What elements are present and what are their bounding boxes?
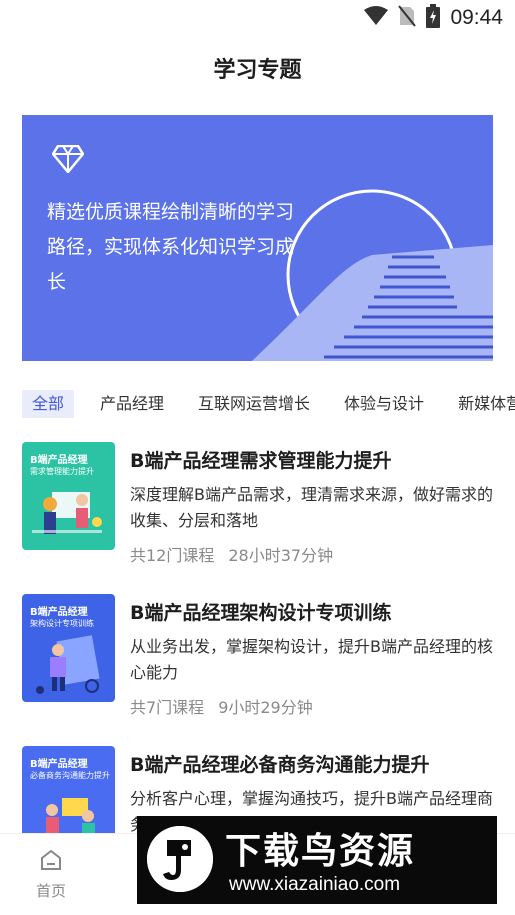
bird-logo-icon xyxy=(147,826,213,892)
course-count: 共7门课程 xyxy=(130,698,205,717)
status-bar: 09:44 xyxy=(0,0,515,36)
course-count: 共12门课程 xyxy=(130,546,215,565)
watermark: 下载鸟资源 www.xiazainiao.com xyxy=(137,816,497,904)
watermark-title: 下载鸟资源 xyxy=(225,831,416,872)
tab-internet-operations[interactable]: 互联网运营增长 xyxy=(194,390,314,418)
course-card[interactable]: B端产品经理 需求管理能力提升 B端产品经理需求管理能力提升 深度理解B端产品需… xyxy=(22,442,502,572)
no-sim-icon xyxy=(398,5,417,31)
course-cover: B端产品经理 架构设计专项训练 xyxy=(22,594,115,702)
cover-subtitle: 需求管理能力提升 xyxy=(30,467,94,476)
cover-subtitle: 架构设计专项训练 xyxy=(30,619,94,628)
course-duration: 28小时37分钟 xyxy=(228,546,334,565)
cover-title: B端产品经理 xyxy=(30,455,88,466)
course-title: B端产品经理需求管理能力提升 xyxy=(130,450,392,472)
course-meta: 共12门课程 28小时37分钟 xyxy=(130,542,333,566)
tab-product-manager[interactable]: 产品经理 xyxy=(96,390,168,418)
status-icons: 09:44 xyxy=(364,4,503,32)
tab-all[interactable]: 全部 xyxy=(22,390,75,418)
status-time: 09:44 xyxy=(450,6,503,29)
course-desc: 从业务出发，掌握架构设计，提升B端产品经理的核心能力 xyxy=(130,637,493,682)
nav-home[interactable]: 首页 xyxy=(28,848,74,901)
course-duration: 9小时29分钟 xyxy=(218,698,313,717)
cover-title: B端产品经理 xyxy=(30,759,88,770)
home-icon xyxy=(39,849,63,876)
course-title: B端产品经理架构设计专项训练 xyxy=(130,602,392,624)
course-meta: 共7门课程 9小时29分钟 xyxy=(130,694,313,718)
battery-charging-icon xyxy=(426,4,441,32)
course-desc: 深度理解B端产品需求，理清需求来源，做好需求的收集、分层和落地 xyxy=(130,485,493,530)
tab-new-media[interactable]: 新媒体营 xyxy=(454,390,515,418)
page-title: 学习专题 xyxy=(213,58,302,83)
cover-subtitle: 必备商务沟通能力提升 xyxy=(30,771,110,780)
tab-experience-design[interactable]: 体验与设计 xyxy=(340,390,428,418)
course-cover: B端产品经理 需求管理能力提升 xyxy=(22,442,115,550)
course-title: B端产品经理必备商务沟通能力提升 xyxy=(130,754,430,776)
cover-title: B端产品经理 xyxy=(30,607,88,618)
watermark-url: www.xiazainiao.com xyxy=(229,874,401,895)
wifi-icon xyxy=(364,6,389,30)
category-tabs: 全部 产品经理 互联网运营增长 体验与设计 新媒体营 xyxy=(22,390,515,420)
diamond-icon xyxy=(51,144,85,177)
banner[interactable]: 精选优质课程绘制清晰的学习路径，实现体系化知识学习成长 xyxy=(22,115,493,361)
course-card[interactable]: B端产品经理 架构设计专项训练 B端产品经理架构设计专项训练 从业务出发，掌握架… xyxy=(22,594,502,724)
nav-home-label: 首页 xyxy=(35,882,66,900)
banner-text: 精选优质课程绘制清晰的学习路径，实现体系化知识学习成长 xyxy=(47,201,295,293)
